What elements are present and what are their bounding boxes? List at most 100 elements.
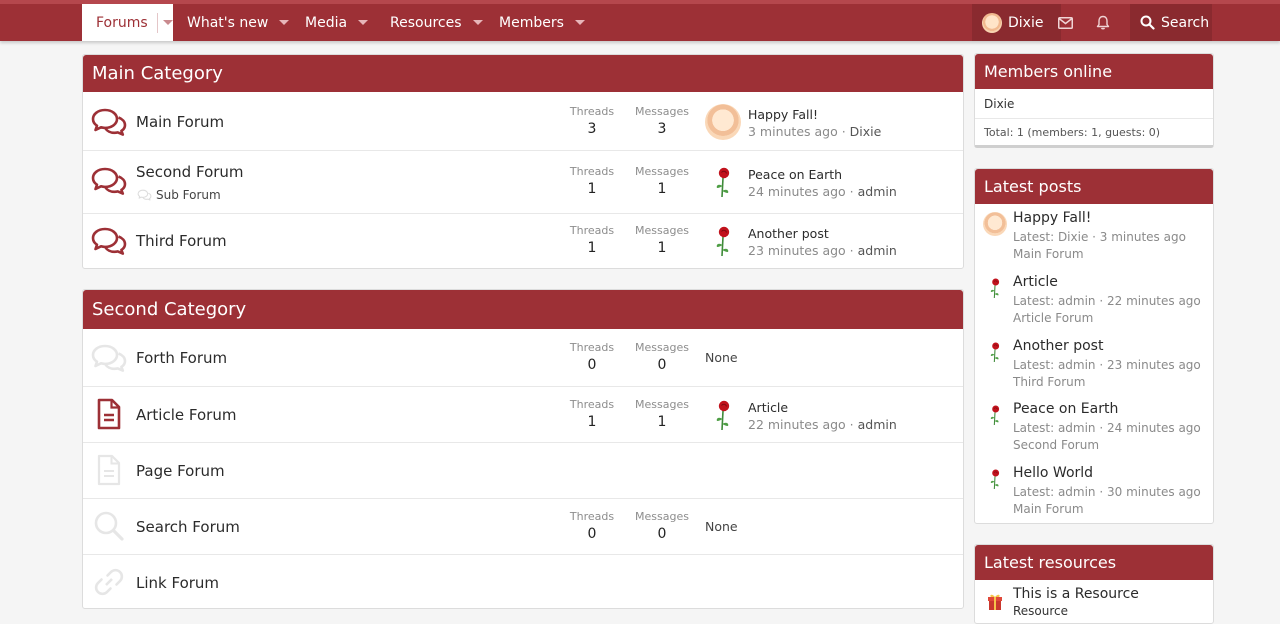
messages-stat: Messages 0 (632, 510, 692, 542)
post-title[interactable]: Another post (1013, 338, 1103, 354)
avatar[interactable] (983, 212, 1007, 236)
nav-tab-members[interactable]: Members (499, 4, 585, 41)
post-title[interactable]: Hello World (1013, 465, 1093, 481)
post-title[interactable]: Happy Fall! (1013, 210, 1091, 226)
forum-title[interactable]: Forth Forum (136, 349, 227, 367)
stat-label: Messages (632, 510, 692, 523)
inbox-button[interactable] (1047, 4, 1083, 41)
latest-posts-widget: Latest posts Happy Fall! Latest: Dixie ·… (974, 168, 1214, 524)
gift-icon[interactable] (983, 590, 1007, 614)
category-header[interactable]: Main Category (83, 55, 963, 92)
widget-header[interactable]: Latest posts (975, 169, 1213, 204)
post-forum[interactable]: Main Forum (1013, 247, 1084, 261)
forum-title[interactable]: Article Forum (136, 406, 236, 424)
alerts-button[interactable] (1085, 4, 1121, 41)
widget-header[interactable]: Members online (975, 54, 1213, 89)
last-post-title[interactable]: Peace on Earth (748, 167, 842, 182)
chevron-down-icon[interactable] (163, 20, 173, 25)
post-forum[interactable]: Second Forum (1013, 438, 1099, 452)
forum-row-forth[interactable]: Forth Forum Threads 0 Messages 0 None (83, 330, 963, 386)
last-post-user[interactable]: admin (858, 184, 897, 199)
post-forum[interactable]: Main Forum (1013, 502, 1084, 516)
last-post-time[interactable]: 23 minutes ago (748, 243, 846, 258)
forum-row-article[interactable]: Article Forum Threads 1 Messages 1 Artic… (83, 386, 963, 442)
forum-title[interactable]: Page Forum (136, 462, 225, 480)
messages-stat: Messages 0 (632, 341, 692, 373)
rose-icon[interactable] (983, 276, 1007, 300)
nav-tab-media[interactable]: Media (305, 4, 368, 41)
last-post-title[interactable]: Article (748, 400, 788, 415)
nav-tab-whats-new[interactable]: What's new (187, 4, 289, 41)
link-icon (91, 567, 127, 597)
last-post-user[interactable]: admin (858, 243, 897, 258)
chat-bubbles-icon (91, 343, 127, 373)
post-meta[interactable]: Latest: admin · 24 minutes ago (1013, 421, 1201, 435)
forum-title[interactable]: Third Forum (136, 232, 227, 250)
bell-icon (1096, 15, 1110, 30)
stat-label: Threads (562, 510, 622, 523)
stat-value: 1 (562, 240, 622, 256)
search-button[interactable]: Search (1130, 4, 1212, 41)
last-post-user[interactable]: admin (858, 417, 897, 432)
widget-title: Members online (984, 62, 1112, 81)
nav-tab-forums[interactable]: Forums (82, 4, 173, 41)
forum-title[interactable]: Main Forum (136, 113, 224, 131)
resource-title[interactable]: This is a Resource (1013, 586, 1139, 602)
post-title[interactable]: Peace on Earth (1013, 401, 1118, 417)
online-member[interactable]: Dixie (975, 97, 1213, 111)
nav-tab-resources[interactable]: Resources (390, 4, 483, 41)
stat-label: Messages (632, 398, 692, 411)
avatar (982, 13, 1002, 33)
messages-stat: Messages 3 (632, 105, 692, 137)
rose-icon[interactable] (983, 403, 1007, 427)
last-post-time[interactable]: 3 minutes ago (748, 124, 838, 139)
post-title[interactable]: Article (1013, 274, 1058, 290)
rose-icon[interactable] (983, 467, 1007, 491)
forum-row-page[interactable]: Page Forum (83, 442, 963, 498)
stat-value: 3 (562, 121, 622, 137)
category-title: Main Category (92, 63, 223, 84)
last-post-title[interactable]: Happy Fall! (748, 107, 818, 122)
rose-icon[interactable] (705, 164, 741, 200)
forum-row-main[interactable]: Main Forum Threads 3 Messages 3 Happy Fa… (83, 94, 963, 150)
post-meta[interactable]: Latest: admin · 23 minutes ago (1013, 358, 1201, 372)
rose-icon[interactable] (983, 340, 1007, 364)
post-forum[interactable]: Third Forum (1013, 375, 1085, 389)
post-forum[interactable]: Article Forum (1013, 311, 1093, 325)
chevron-down-icon[interactable] (279, 20, 289, 25)
threads-stat: Threads 0 (562, 341, 622, 373)
forum-row-link[interactable]: Link Forum (83, 554, 963, 609)
forum-title[interactable]: Search Forum (136, 518, 240, 536)
last-post-title[interactable]: Another post (748, 226, 829, 241)
last-post-user[interactable]: Dixie (850, 124, 882, 139)
forum-row-third[interactable]: Third Forum Threads 1 Messages 1 Another… (83, 213, 963, 269)
latest-resources-widget: Latest resources This is a Resource Reso… (974, 544, 1214, 624)
stat-value: 0 (562, 357, 622, 373)
chevron-down-icon[interactable] (358, 20, 368, 25)
chevron-down-icon[interactable] (575, 20, 585, 25)
post-meta[interactable]: Latest: admin · 30 minutes ago (1013, 485, 1201, 499)
chevron-down-icon[interactable] (473, 20, 483, 25)
stat-label: Threads (562, 165, 622, 178)
avatar[interactable] (705, 104, 741, 140)
post-meta[interactable]: Latest: Dixie · 3 minutes ago (1013, 230, 1186, 244)
stat-value: 1 (632, 414, 692, 430)
post-meta[interactable]: Latest: admin · 22 minutes ago (1013, 294, 1201, 308)
forum-row-search[interactable]: Search Forum Threads 0 Messages 0 None (83, 498, 963, 554)
category-header[interactable]: Second Category (83, 290, 963, 329)
widget-header[interactable]: Latest resources (975, 545, 1213, 580)
last-post-none: None (705, 519, 738, 534)
forum-title[interactable]: Second Forum (136, 163, 244, 181)
resource-category[interactable]: Resource (1013, 604, 1068, 618)
last-post-meta: 24 minutes ago · admin (748, 184, 897, 199)
sub-forum-link[interactable]: Sub Forum (156, 188, 221, 202)
last-post-time[interactable]: 24 minutes ago (748, 184, 846, 199)
envelope-icon (1058, 17, 1073, 29)
last-post-time[interactable]: 22 minutes ago (748, 417, 846, 432)
rose-icon[interactable] (705, 397, 741, 433)
stat-value: 3 (632, 121, 692, 137)
forum-title[interactable]: Link Forum (136, 574, 219, 592)
rose-icon[interactable] (705, 223, 741, 259)
forum-row-second[interactable]: Second Forum Sub Forum Threads 1 Message… (83, 150, 963, 213)
nav-tab-label: Forums (96, 15, 148, 31)
